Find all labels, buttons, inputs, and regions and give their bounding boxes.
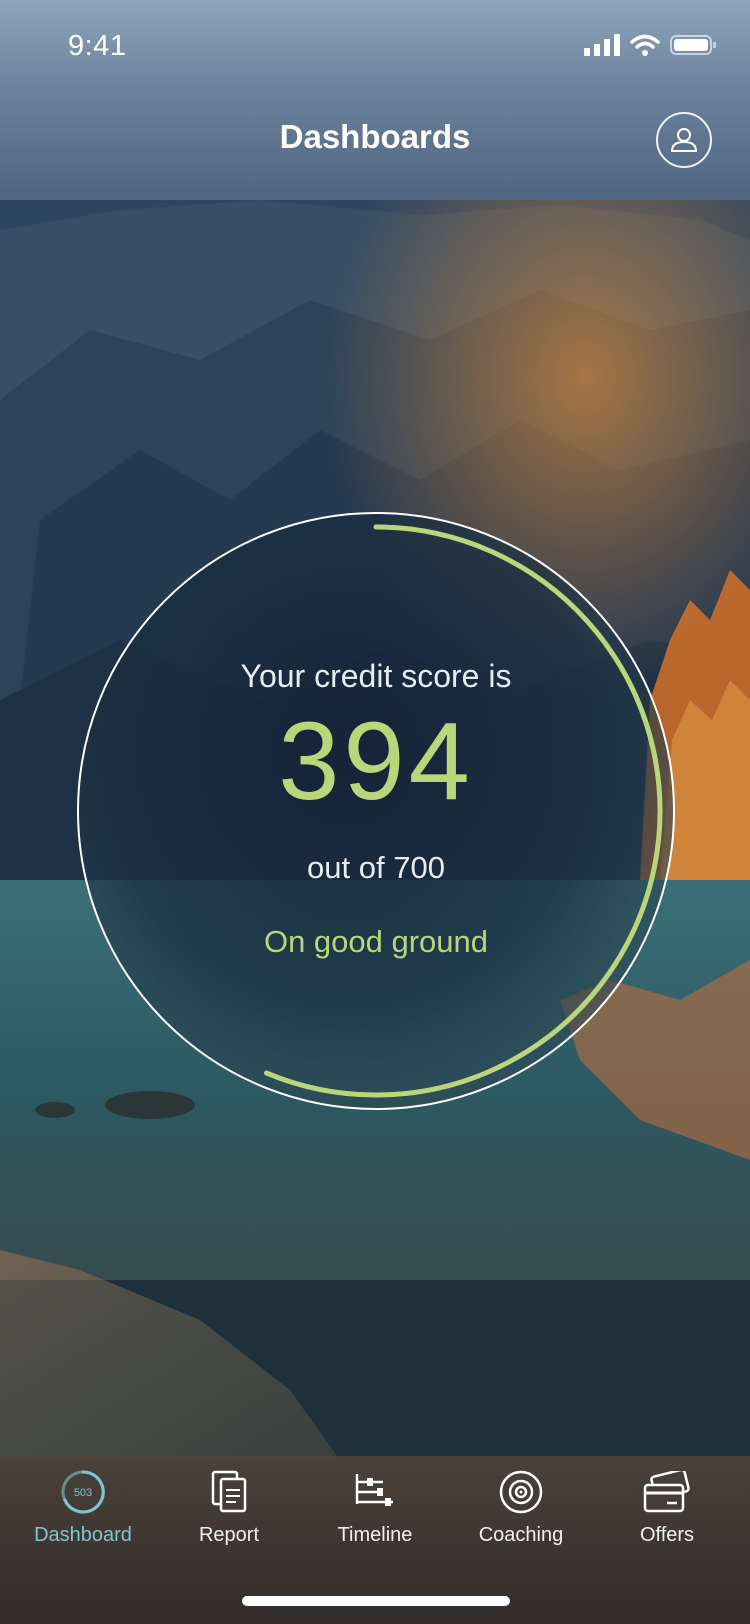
profile-button[interactable] [656, 112, 712, 168]
score-status: On good ground [263, 924, 489, 959]
score-out-of: out of 700 [307, 850, 445, 885]
top-bar: 9:41 Dashboards [0, 0, 750, 200]
wifi-icon [630, 34, 660, 56]
signal-icon [584, 34, 620, 56]
document-icon [205, 1468, 253, 1516]
timeline-icon [351, 1468, 399, 1516]
status-time: 9:41 [68, 30, 127, 62]
tab-coaching[interactable]: Coaching [451, 1468, 591, 1547]
tab-label: Dashboard [34, 1524, 132, 1546]
score-intro: Your credit score is [240, 658, 512, 694]
cards-icon [643, 1468, 691, 1516]
credit-score-card[interactable]: Your credit score is 394 out of 700 On g… [75, 510, 677, 1112]
status-icons [584, 34, 716, 56]
tab-label: Report [198, 1524, 260, 1546]
user-icon [670, 128, 698, 152]
tab-offers[interactable]: Offers [597, 1468, 737, 1547]
tab-report[interactable]: Report [159, 1468, 299, 1547]
tab-dashboard[interactable]: 503 Dashboard [13, 1468, 153, 1547]
battery-icon [670, 35, 716, 55]
tab-label: Coaching [478, 1524, 564, 1546]
tab-bar: 503 Dashboard Report Timeline Coaching O… [0, 1456, 750, 1624]
score-value: 394 [278, 700, 474, 823]
score-ring-icon: 503 [59, 1468, 107, 1516]
tab-label: Offers [639, 1524, 695, 1546]
home-indicator [242, 1596, 510, 1606]
page-title: Dashboards [279, 118, 471, 155]
dashboard-badge: 503 [74, 1487, 92, 1499]
target-icon [497, 1468, 545, 1516]
tab-timeline[interactable]: Timeline [305, 1468, 445, 1547]
tab-label: Timeline [337, 1524, 413, 1546]
